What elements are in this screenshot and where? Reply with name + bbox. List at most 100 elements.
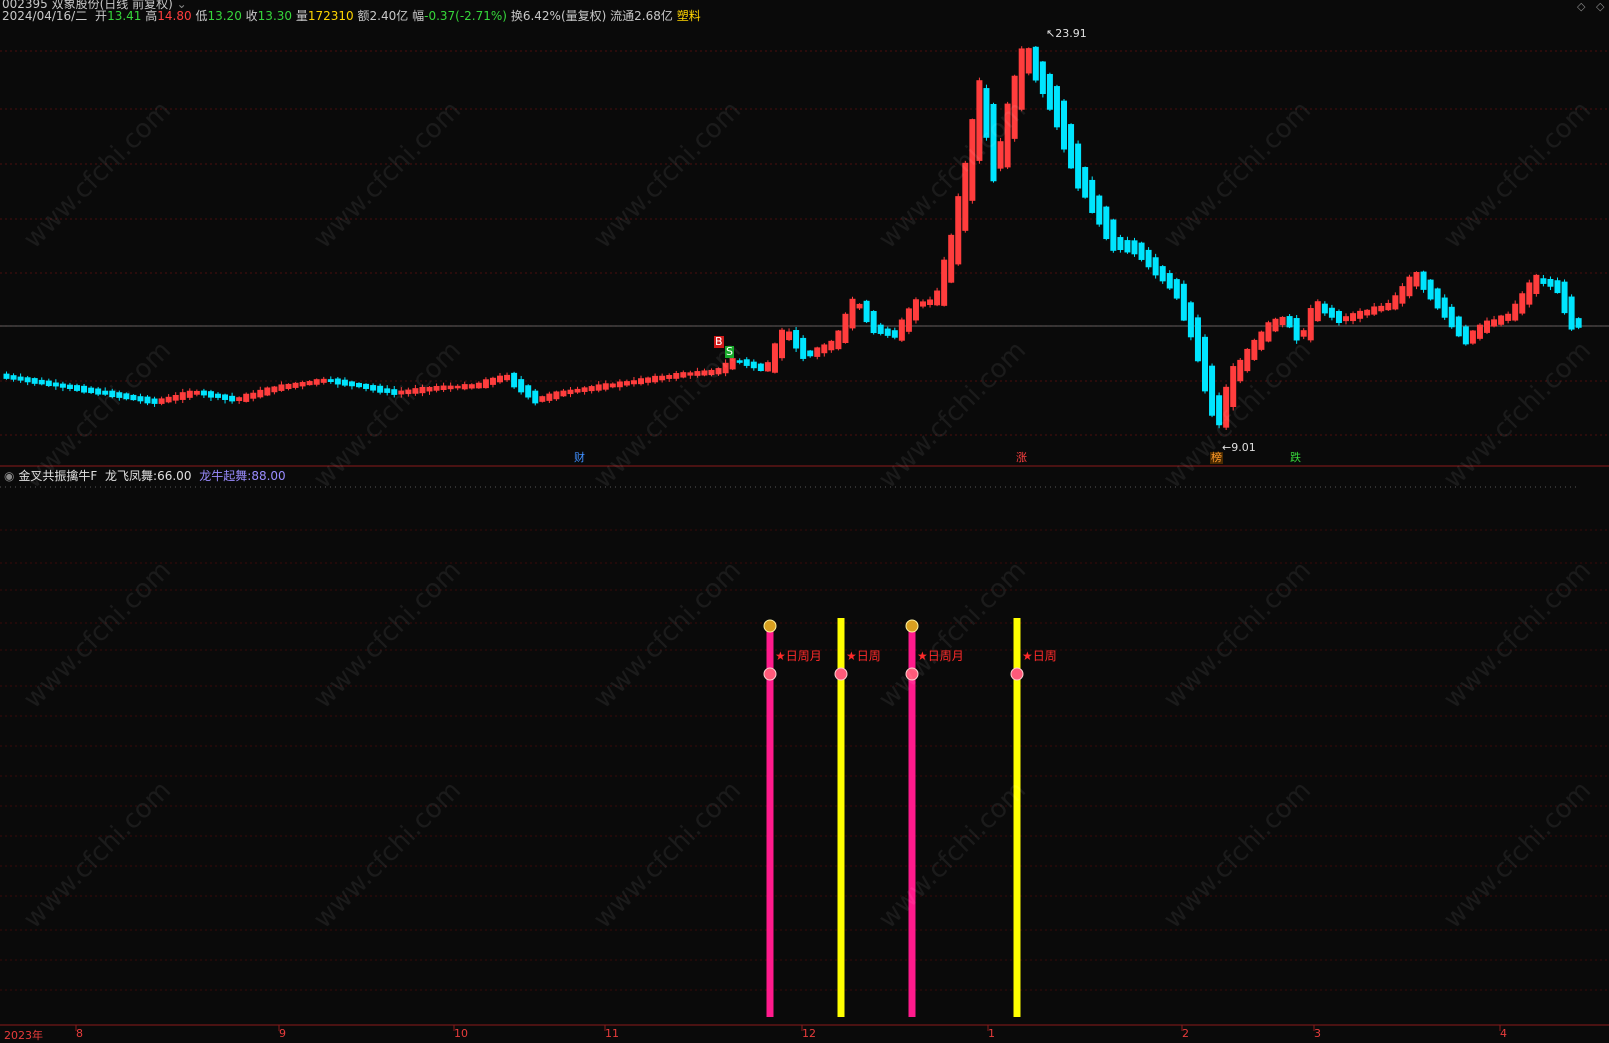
candle-body[interactable] (356, 382, 362, 388)
candle-body[interactable] (370, 385, 377, 391)
event-tag-limit-up[interactable]: 涨 (1015, 452, 1028, 464)
candle-body[interactable] (10, 375, 17, 380)
candle-body[interactable] (976, 80, 983, 161)
candle-body[interactable] (1032, 46, 1039, 81)
candle-body[interactable] (1526, 282, 1533, 305)
candle-body[interactable] (1343, 316, 1349, 322)
candle-body[interactable] (207, 391, 214, 398)
candle-body[interactable] (95, 388, 102, 395)
candle-body[interactable] (1265, 322, 1272, 342)
candle-body[interactable] (398, 390, 405, 395)
candle-body[interactable] (278, 384, 285, 391)
candle-body[interactable] (1554, 280, 1561, 294)
candle-body[interactable] (440, 385, 447, 391)
candle-body[interactable] (1046, 73, 1053, 110)
candle-body[interactable] (306, 381, 313, 386)
candle-body[interactable] (1145, 249, 1152, 268)
candle-body[interactable] (645, 377, 652, 383)
candle-body[interactable] (391, 389, 398, 395)
candle-body[interactable] (1547, 278, 1554, 287)
candle-body[interactable] (539, 396, 546, 402)
candle-body[interactable] (687, 372, 694, 376)
candle-body[interactable] (1561, 281, 1568, 314)
collapse-icon[interactable]: ◉ (4, 469, 14, 483)
candle-body[interactable] (934, 290, 941, 306)
candle-body[interactable] (497, 375, 503, 383)
candle-body[interactable] (1187, 302, 1194, 338)
candle-body[interactable] (807, 350, 814, 357)
candle-body[interactable] (1328, 307, 1335, 318)
candle-body[interactable] (222, 394, 229, 400)
candle-body[interactable] (24, 377, 31, 383)
buy-signal-badge[interactable]: B (714, 336, 724, 348)
candle-body[interactable] (334, 378, 341, 385)
candle-body[interactable] (1498, 315, 1505, 325)
candle-body[interactable] (1364, 309, 1371, 316)
candle-body[interactable] (1004, 103, 1011, 168)
signal-bar[interactable] (766, 628, 774, 1017)
candle-body[interactable] (1434, 288, 1441, 309)
candle-body[interactable] (123, 393, 130, 400)
candle-body[interactable] (1117, 237, 1124, 251)
candle-body[interactable] (1448, 306, 1455, 328)
candle-body[interactable] (1096, 195, 1103, 225)
restore-icon[interactable]: ◇ (1577, 0, 1585, 13)
candle-body[interactable] (560, 390, 567, 397)
candle-body[interactable] (595, 384, 602, 391)
candle-body[interactable] (821, 344, 828, 354)
candle-body[interactable] (673, 373, 680, 379)
candle-body[interactable] (1131, 240, 1138, 255)
candle-body[interactable] (348, 381, 355, 387)
candle-body[interactable] (1152, 257, 1159, 276)
candle-body[interactable] (1025, 48, 1032, 74)
candle-body[interactable] (532, 390, 539, 404)
candle-body[interactable] (81, 385, 88, 393)
candle-body[interactable] (659, 375, 666, 381)
candle-body[interactable] (327, 379, 334, 382)
candle-body[interactable] (1406, 276, 1413, 297)
candle-body[interactable] (849, 298, 856, 329)
candle-body[interactable] (1272, 318, 1279, 332)
candle-body[interactable] (1053, 86, 1060, 128)
candle-body[interactable] (800, 337, 807, 359)
candle-body[interactable] (292, 382, 299, 388)
candle-body[interactable] (468, 384, 475, 389)
candle-body[interactable] (793, 330, 800, 349)
candle-body[interactable] (31, 378, 38, 384)
candle-body[interactable] (17, 376, 24, 381)
candle-body[interactable] (1568, 296, 1575, 330)
candle-body[interactable] (743, 359, 750, 366)
indicator-bars[interactable] (763, 618, 1024, 1017)
candle-body[interactable] (236, 397, 243, 402)
candle-body[interactable] (384, 388, 391, 393)
candle-body[interactable] (1307, 308, 1314, 341)
candle-body[interactable] (891, 330, 898, 338)
candle-body[interactable] (680, 372, 687, 378)
candle-body[interactable] (1110, 219, 1117, 251)
candle-body[interactable] (1533, 274, 1540, 294)
candle-body[interactable] (271, 386, 278, 393)
candle-body[interactable] (264, 387, 271, 396)
candle-body[interactable] (701, 370, 708, 376)
candle-body[interactable] (1075, 143, 1082, 189)
candle-body[interactable] (1427, 279, 1434, 300)
candle-body[interactable] (1575, 318, 1582, 328)
candle-body[interactable] (74, 385, 80, 391)
chart-canvas[interactable] (0, 0, 1609, 1043)
candle-body[interactable] (511, 372, 518, 388)
candle-body[interactable] (1505, 313, 1512, 321)
event-tag-limit-down[interactable]: 跌 (1289, 452, 1302, 464)
candle-body[interactable] (870, 310, 877, 334)
candle-body[interactable] (1166, 273, 1173, 289)
candle-body[interactable] (1357, 310, 1364, 319)
candle-body[interactable] (193, 390, 200, 395)
candle-body[interactable] (59, 383, 66, 388)
candle-body[interactable] (779, 329, 785, 359)
candle-body[interactable] (912, 299, 919, 321)
candle-body[interactable] (461, 384, 468, 390)
candle-body[interactable] (969, 119, 976, 201)
candle-body[interactable] (842, 313, 849, 344)
candle-body[interactable] (419, 386, 426, 394)
signal-bar[interactable] (908, 628, 916, 1017)
candle-body[interactable] (454, 385, 461, 389)
